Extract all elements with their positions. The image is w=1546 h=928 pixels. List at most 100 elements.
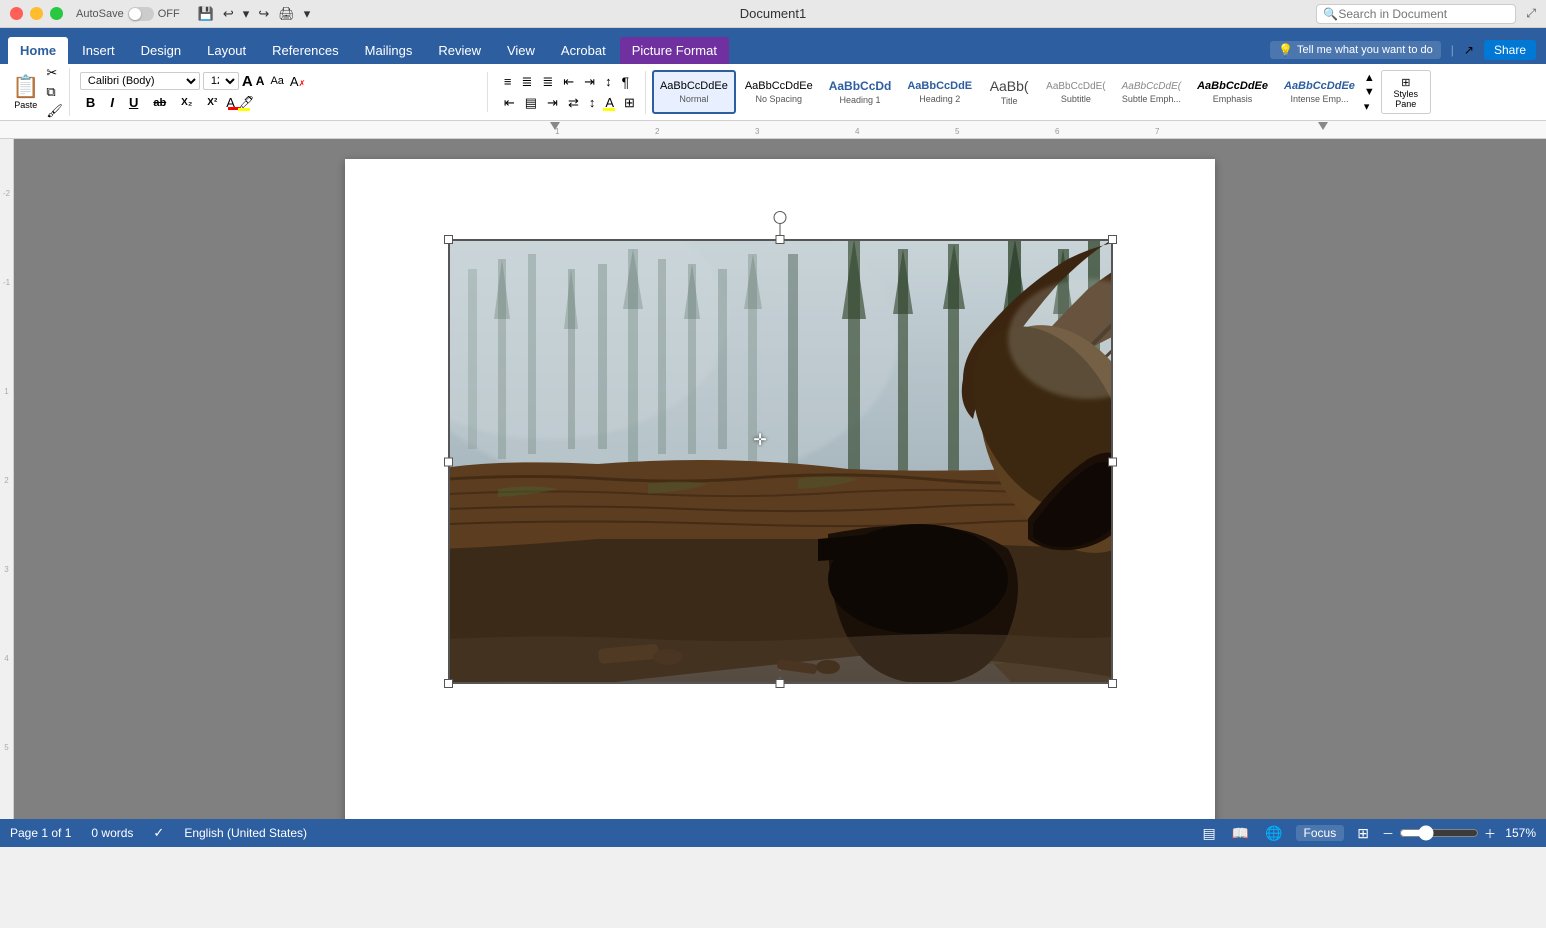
increase-indent-button[interactable]: ⇥ xyxy=(580,73,599,91)
highlight-button[interactable]: 🖊 xyxy=(238,95,255,111)
style-normal[interactable]: AaBbCcDdEe Normal xyxy=(652,70,736,114)
view-reader-icon[interactable]: 📖 xyxy=(1229,824,1252,843)
rotation-handle[interactable] xyxy=(774,211,787,224)
style-heading2[interactable]: AaBbCcDdE Heading 2 xyxy=(900,70,979,114)
tab-view[interactable]: View xyxy=(495,37,547,64)
image-container[interactable]: ✛ xyxy=(448,239,1113,684)
view-print-icon[interactable]: ⊞ xyxy=(1354,824,1372,843)
tab-review[interactable]: Review xyxy=(426,37,493,64)
tab-references[interactable]: References xyxy=(260,37,350,64)
handle-middle-left[interactable] xyxy=(444,457,453,466)
spelling-check-icon[interactable]: ✓ xyxy=(153,825,164,841)
margin-num-2: -2 xyxy=(3,189,10,198)
sort-button[interactable]: ↕ xyxy=(601,73,616,90)
decrease-font-button[interactable]: A xyxy=(256,74,265,88)
handle-top-left[interactable] xyxy=(444,235,453,244)
subscript-button[interactable]: X₂ xyxy=(175,95,198,110)
handle-top-middle[interactable] xyxy=(776,235,785,244)
format-painter-button[interactable]: 🖌 xyxy=(46,103,63,119)
underline-button[interactable]: U xyxy=(123,93,144,112)
align-center-button[interactable]: ▤ xyxy=(521,94,541,112)
numbering-button[interactable]: ≣ xyxy=(517,73,536,91)
bold-button[interactable]: B xyxy=(80,93,101,112)
style-no-spacing[interactable]: AaBbCcDdEe No Spacing xyxy=(738,70,820,114)
increase-font-button[interactable]: A xyxy=(242,73,253,90)
align-right-button[interactable]: ⇥ xyxy=(543,94,562,112)
align-justify-button[interactable]: ⇄ xyxy=(564,94,583,112)
handle-top-right[interactable] xyxy=(1108,235,1117,244)
right-indent-marker[interactable] xyxy=(1318,122,1328,130)
tab-mailings[interactable]: Mailings xyxy=(353,37,425,64)
style-intense-emphasis[interactable]: AaBbCcDdEe Intense Emp... xyxy=(1277,70,1362,114)
search-box[interactable]: 🔍 xyxy=(1316,4,1516,24)
redo-button[interactable]: ↪ xyxy=(255,5,272,23)
style-emphasis[interactable]: AaBbCcDdEe Emphasis xyxy=(1190,70,1275,114)
multilevel-button[interactable]: ≣ xyxy=(538,73,557,91)
tab-acrobat[interactable]: Acrobat xyxy=(549,37,618,64)
autosave-toggle[interactable] xyxy=(128,7,154,21)
font-size-select[interactable]: 12 xyxy=(203,72,239,90)
search-input[interactable] xyxy=(1338,7,1498,21)
save-icon[interactable]: 💾 xyxy=(195,5,217,23)
paste-button[interactable]: 📋 Paste xyxy=(12,74,39,110)
expand-icon[interactable]: ⤢ xyxy=(1526,6,1536,21)
tab-layout[interactable]: Layout xyxy=(195,37,258,64)
handle-bottom-left[interactable] xyxy=(444,679,453,688)
share-button[interactable]: Share xyxy=(1484,40,1536,60)
style-title[interactable]: AaBb( Title xyxy=(981,70,1037,114)
status-bar: Page 1 of 1 0 words ✓ English (United St… xyxy=(0,819,1546,847)
undo-button[interactable]: ↩ xyxy=(220,5,237,23)
tell-me-box[interactable]: 💡 Tell me what you want to do xyxy=(1270,41,1441,59)
strikethrough-button[interactable]: ab xyxy=(147,95,172,111)
handle-bottom-middle[interactable] xyxy=(776,679,785,688)
borders-button[interactable]: ⊞ xyxy=(620,94,639,112)
tab-home[interactable]: Home xyxy=(8,37,68,64)
view-web-icon[interactable]: 🌐 xyxy=(1262,824,1285,843)
shading-button[interactable]: A xyxy=(601,94,618,111)
align-left-button[interactable]: ⇤ xyxy=(500,94,519,112)
document-image[interactable]: ✛ xyxy=(448,239,1113,684)
font-family-select[interactable]: Calibri (Body) xyxy=(80,72,200,90)
change-case-button[interactable]: Aa xyxy=(267,74,286,88)
font-color-button[interactable]: A xyxy=(226,95,235,110)
zoom-level[interactable]: 157% xyxy=(1501,826,1536,840)
styles-expand[interactable]: ▾ xyxy=(1364,100,1375,113)
view-normal-icon[interactable]: ▤ xyxy=(1199,824,1218,843)
cut-button[interactable]: ✂ xyxy=(46,65,63,81)
clear-format-button[interactable]: A✗ xyxy=(290,74,305,89)
style-heading1[interactable]: AaBbCcDd Heading 1 xyxy=(822,70,899,114)
document-page: ✛ xyxy=(345,159,1215,819)
minimize-button[interactable] xyxy=(30,7,43,20)
close-button[interactable] xyxy=(10,7,23,20)
print-icon[interactable]: 🖨 xyxy=(275,5,298,23)
style-subtitle[interactable]: AaBbCcDdE( Subtitle xyxy=(1039,70,1112,114)
ruler-mark-5: 6 xyxy=(1055,127,1059,136)
customize-icon[interactable]: ▾ xyxy=(301,5,314,23)
handle-middle-right[interactable] xyxy=(1108,457,1117,466)
decrease-indent-button[interactable]: ⇤ xyxy=(559,73,578,91)
copy-button[interactable]: ⧉ xyxy=(46,84,63,100)
styles-scroll-down[interactable]: ▼ xyxy=(1364,86,1375,98)
handle-bottom-right[interactable] xyxy=(1108,679,1117,688)
style-subtle-emphasis[interactable]: AaBbCcDdE( Subtle Emph... xyxy=(1115,70,1188,114)
superscript-button[interactable]: X² xyxy=(201,95,223,110)
tab-insert[interactable]: Insert xyxy=(70,37,127,64)
bullets-button[interactable]: ≡ xyxy=(500,73,516,90)
styles-scroll-up[interactable]: ▲ xyxy=(1364,72,1375,84)
zoom-out-button[interactable]: － xyxy=(1382,825,1394,842)
undo-dropdown[interactable]: ▾ xyxy=(240,5,253,23)
focus-button[interactable]: Focus xyxy=(1296,825,1345,841)
ruler-mark-3: 4 xyxy=(855,127,859,136)
page-scroll-area[interactable]: ✛ xyxy=(14,139,1546,819)
left-indent-marker[interactable] xyxy=(550,122,560,130)
tab-picture-format[interactable]: Picture Format xyxy=(620,37,729,64)
maximize-button[interactable] xyxy=(50,7,63,20)
zoom-slider[interactable] xyxy=(1399,825,1479,841)
styles-pane-button[interactable]: ⊞ StylesPane xyxy=(1381,70,1431,114)
window-controls[interactable]: AutoSave OFF 💾 ↩ ▾ ↪ 🖨 ▾ xyxy=(10,5,313,23)
tab-design[interactable]: Design xyxy=(129,37,193,64)
line-spacing-button[interactable]: ↕ xyxy=(585,94,600,111)
zoom-in-button[interactable]: ＋ xyxy=(1484,825,1496,842)
show-marks-button[interactable]: ¶ xyxy=(618,73,634,91)
italic-button[interactable]: I xyxy=(104,93,120,112)
